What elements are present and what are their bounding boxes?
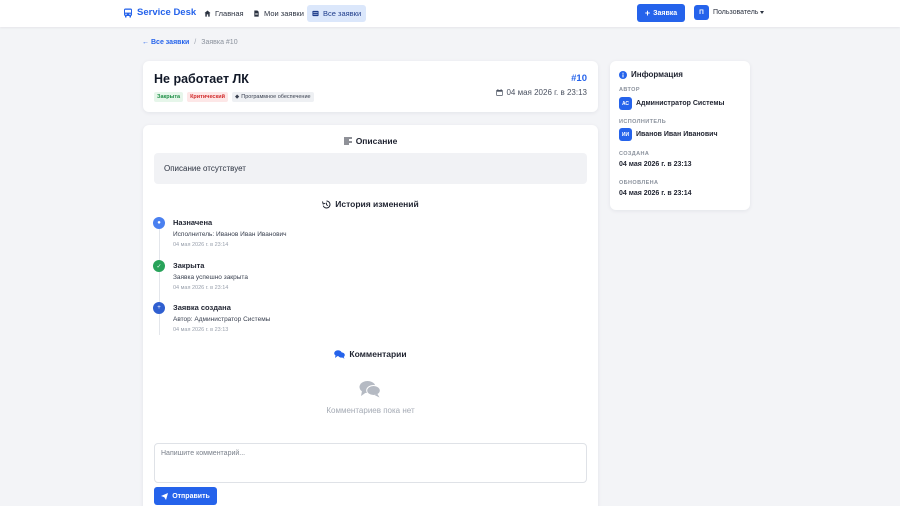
breadcrumb: ← Все заявки / Заявка #10 (142, 39, 238, 46)
category-badge: ◆ Программное обеспечение (232, 92, 314, 102)
align-left-icon (343, 137, 352, 145)
plus-circle-icon: + (153, 302, 165, 314)
caret-down-icon[interactable] (760, 11, 764, 14)
history-heading: История изменений (143, 199, 598, 209)
assignee-label: ИСПОЛНИТЕЛЬ (619, 119, 667, 125)
ticket-header-card: Не работает ЛК #10 Закрыта Критический ◆… (143, 61, 598, 112)
history-item-time: 04 мая 2026 г. в 23:14 (173, 285, 229, 291)
info-circle-icon (619, 70, 627, 79)
updated-value: 04 мая 2026 г. в 23:14 (619, 190, 692, 197)
comments-icon (334, 349, 346, 359)
ticket-title: Не работает ЛК (154, 72, 249, 86)
comments-heading-label: Комментарии (349, 349, 407, 359)
comments-heading: Комментарии (143, 349, 598, 359)
bus-icon (124, 8, 132, 17)
status-badge: Закрыта (154, 92, 184, 102)
breadcrumb-current: Заявка #10 (201, 39, 238, 46)
history-item-text: Автор: Администратор Системы (173, 316, 271, 323)
nav-link-label: Все заявки (323, 9, 362, 18)
ticket-main-card: Описание Описание отсутствует История из… (143, 125, 598, 506)
breadcrumb-back-label: Все заявки (151, 39, 190, 46)
list-icon (312, 10, 319, 17)
nav-link-all-tickets[interactable]: Все заявки (307, 5, 367, 22)
history-icon (322, 199, 331, 208)
nav-link-label: Мои заявки (264, 9, 304, 18)
nav-link-home[interactable]: Главная (199, 5, 249, 22)
plus-icon: + (644, 7, 651, 18)
created-label: СОЗДАНА (619, 151, 650, 157)
home-icon (204, 10, 211, 17)
author-name: Администратор Системы (636, 100, 725, 107)
assignee-avatar: ИИ (619, 128, 632, 141)
description-heading: Описание (143, 136, 598, 146)
description-box: Описание отсутствует (154, 153, 587, 184)
calendar-icon (496, 89, 504, 96)
assignee-row: ИИ Иванов Иван Иванович (619, 128, 718, 141)
paper-plane-icon (161, 492, 169, 500)
top-navbar: Service Desk Главная Мои заявки Все заяв… (0, 0, 900, 27)
send-comment-label: Отправить (172, 492, 210, 500)
arrow-left-icon: ← (142, 39, 149, 46)
author-row: АС Администратор Системы (619, 97, 724, 110)
timeline-line (159, 222, 160, 335)
breadcrumb-separator: / (194, 39, 197, 46)
category-label: Программное обеспечение (241, 94, 311, 100)
comment-input[interactable] (154, 443, 587, 483)
user-check-icon: ● (153, 217, 165, 229)
info-heading: Информация (619, 70, 683, 79)
info-heading-label: Информация (631, 70, 683, 79)
user-menu-name[interactable]: Пользователь (713, 9, 758, 16)
new-ticket-button[interactable]: + Заявка (637, 4, 685, 22)
file-icon (254, 10, 259, 17)
priority-badge: Критический (187, 92, 229, 102)
history-heading-label: История изменений (335, 199, 419, 209)
check-circle-icon: ✓ (153, 260, 165, 272)
history-item-title: Назначена (173, 218, 213, 227)
description-heading-label: Описание (355, 136, 398, 146)
send-comment-button[interactable]: Отправить (154, 487, 217, 505)
tag-icon: ◆ (235, 94, 240, 100)
nav-link-label: Главная (215, 9, 244, 18)
updated-label: ОБНОВЛЕНА (619, 180, 659, 186)
description-text: Описание отсутствует (164, 164, 246, 173)
history-item-title: Заявка создана (173, 303, 231, 312)
history-item-title: Закрыта (173, 261, 205, 270)
breadcrumb-back-link[interactable]: ← Все заявки (142, 39, 189, 46)
author-label: АВТОР (619, 87, 640, 93)
brand-name: Service Desk (137, 7, 197, 18)
new-ticket-label: Заявка (653, 9, 678, 17)
history-item-text: Заявка успешно закрыта (173, 274, 248, 281)
ticket-badges: Закрыта Критический ◆ Программное обеспе… (154, 92, 314, 102)
nav-link-my-tickets[interactable]: Мои заявки (248, 5, 309, 22)
brand-logo[interactable]: Service Desk (123, 7, 196, 18)
ticket-date: 04 мая 2026 г. в 23:13 (496, 88, 587, 97)
history-item-time: 04 мая 2026 г. в 23:13 (173, 327, 229, 333)
history-item-text: Исполнитель: Иванов Иван Иванович (173, 231, 287, 238)
ticket-info-card: Информация АВТОР АС Администратор Систем… (610, 61, 750, 210)
comments-empty-icon (359, 381, 381, 398)
created-value: 04 мая 2026 г. в 23:13 (619, 161, 692, 168)
user-avatar[interactable]: П (694, 5, 709, 20)
ticket-number: #10 (571, 73, 587, 84)
author-avatar: АС (619, 97, 632, 110)
comments-empty-text: Комментариев пока нет (326, 406, 415, 415)
assignee-name: Иванов Иван Иванович (636, 131, 718, 138)
history-item-time: 04 мая 2026 г. в 23:14 (173, 242, 229, 248)
ticket-date-value: 04 мая 2026 г. в 23:13 (506, 88, 587, 97)
